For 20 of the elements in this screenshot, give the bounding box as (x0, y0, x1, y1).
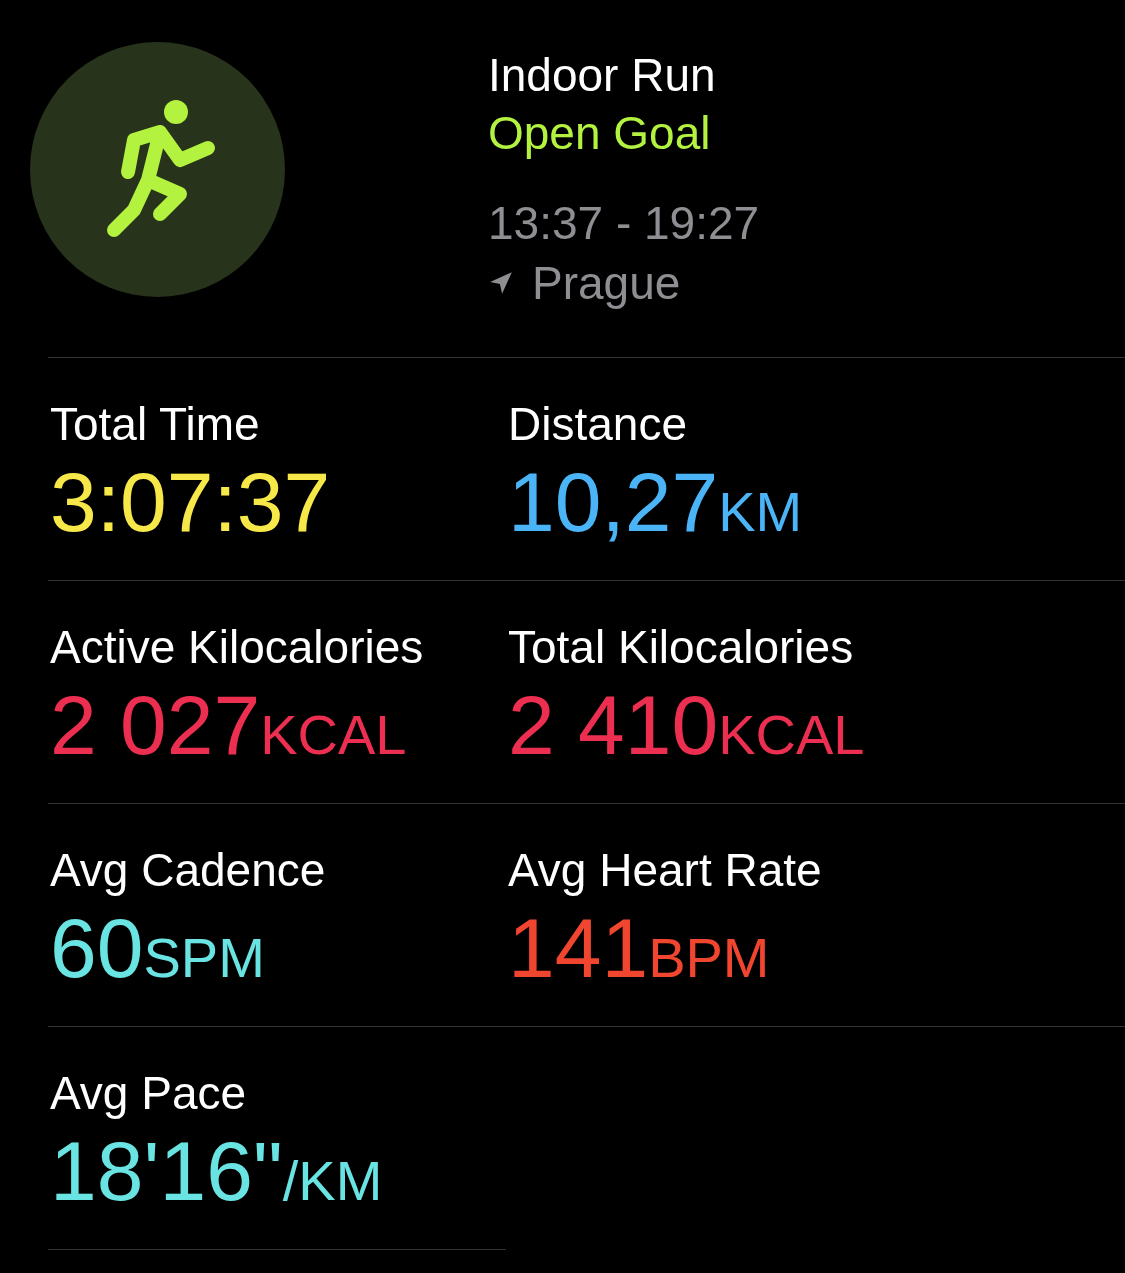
metric-label: Distance (508, 397, 688, 452)
workout-title: Indoor Run (488, 48, 717, 103)
location-arrow-icon (488, 270, 514, 296)
metric-value: 18'16"/KM (50, 1123, 384, 1220)
metric-label: Total Time (50, 397, 261, 452)
metric-value: 10,27KM (508, 454, 804, 551)
metric-value: 60SPM (50, 900, 266, 997)
metric-label: Active Kilocalories (50, 620, 425, 675)
metric-value: 3:07:37 (50, 454, 332, 551)
workout-goal: Open Goal (488, 106, 712, 161)
metric-value: 2 027KCAL (50, 677, 408, 774)
metric-value: 2 410KCAL (508, 677, 866, 774)
location-label: Prague (532, 256, 681, 310)
metric-label: Avg Heart Rate (508, 843, 823, 898)
time-range: 13:37 - 19:27 (488, 196, 760, 251)
runner-icon (30, 42, 285, 297)
metric-label: Avg Pace (50, 1066, 248, 1121)
metric-label: Total Kilocalories (508, 620, 855, 675)
metric-value: 141BPM (508, 900, 771, 997)
metric-label: Avg Cadence (50, 843, 327, 898)
